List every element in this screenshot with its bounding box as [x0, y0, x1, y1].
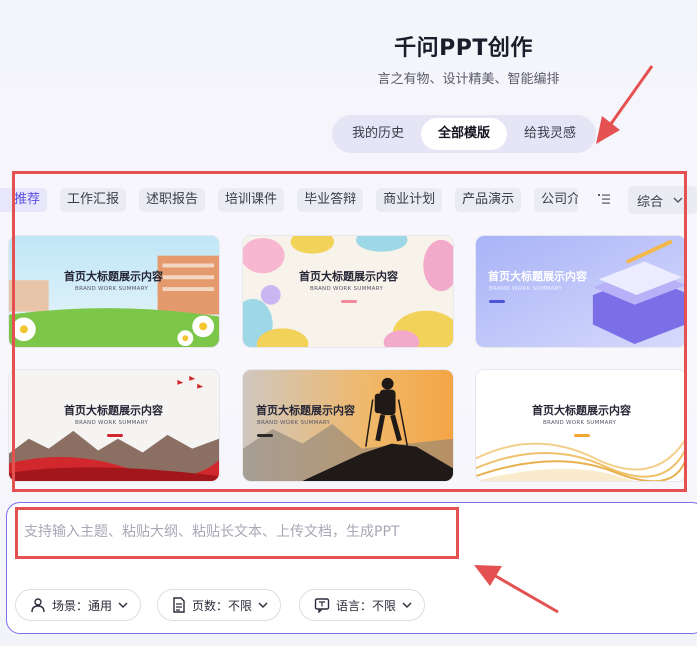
- template-card[interactable]: 首页大标题展示内容 BRAND WORK SUMMARY: [475, 235, 687, 348]
- card-accent-bar: [489, 300, 505, 303]
- card-title: 首页大标题展示内容: [256, 404, 355, 417]
- card-title: 首页大标题展示内容: [532, 404, 631, 417]
- template-tabs: 我的历史 全部模版 给我灵感: [332, 115, 596, 153]
- prompt-input-placeholder[interactable]: 支持输入主题、粘贴大纲、粘贴长文本、上传文档，生成PPT: [24, 521, 399, 541]
- category-company-intro[interactable]: 公司介: [534, 188, 579, 212]
- category-duty-report[interactable]: 述职报告: [139, 188, 206, 212]
- chevron-down-icon: [118, 602, 128, 608]
- template-card[interactable]: 首页大标题展示内容 BRAND WORK SUMMARY: [242, 369, 454, 482]
- category-bar: 推荐 工作汇报 述职报告 培训课件 毕业答辩 商业计划 产品演示 公司介: [0, 186, 697, 214]
- scene-label: 场景：通用: [52, 598, 113, 613]
- page-count-dropdown[interactable]: 页数：不限: [157, 589, 282, 621]
- category-graduation[interactable]: 毕业答辩: [297, 188, 364, 212]
- chevron-down-icon: [402, 602, 412, 608]
- sort-label: 综合: [637, 194, 664, 210]
- card-subtitle: BRAND WORK SUMMARY: [310, 286, 384, 292]
- category-business-plan[interactable]: 商业计划: [376, 188, 443, 212]
- tab-all-templates[interactable]: 全部模版: [421, 118, 507, 150]
- category-recommended[interactable]: 推荐: [0, 188, 48, 212]
- card-subtitle: BRAND WORK SUMMARY: [257, 420, 331, 426]
- card-accent-bar: [341, 300, 357, 303]
- card-accent-bar: [107, 434, 123, 437]
- card-title: 首页大标题展示内容: [299, 270, 398, 283]
- category-training[interactable]: 培训课件: [218, 188, 285, 212]
- page-title: 千问PPT创作: [394, 36, 533, 61]
- scene-dropdown[interactable]: 场景：通用: [15, 589, 142, 621]
- template-card[interactable]: 首页大标题展示内容 BRAND WORK SUMMARY: [8, 369, 220, 482]
- page-title-wrap: 千问PPT创作: [0, 30, 697, 62]
- chevron-down-icon: [258, 602, 268, 608]
- card-subtitle: BRAND WORK SUMMARY: [543, 420, 617, 426]
- page-count-label: 页数：不限: [192, 598, 253, 613]
- sort-dropdown[interactable]: 综合: [628, 186, 697, 214]
- tab-my-history[interactable]: 我的历史: [335, 118, 421, 150]
- template-card[interactable]: 首页大标题展示内容 BRAND WORK SUMMARY: [475, 369, 687, 482]
- chevron-down-icon: [673, 197, 683, 203]
- card-title: 首页大标题展示内容: [64, 404, 163, 417]
- card-subtitle: BRAND WORK SUMMARY: [75, 286, 149, 292]
- category-product-demo[interactable]: 产品演示: [455, 188, 522, 212]
- language-label: 语言：不限: [336, 598, 397, 613]
- tab-inspiration[interactable]: 给我灵感: [507, 118, 593, 150]
- template-card[interactable]: 首页大标题展示内容 BRAND WORK SUMMARY: [242, 235, 454, 348]
- page-subtitle: 言之有物、设计精美、智能编排: [377, 72, 560, 87]
- card-title: 首页大标题展示内容: [488, 270, 587, 283]
- language-dropdown[interactable]: 语言：不限: [299, 589, 426, 621]
- language-icon: [314, 598, 330, 613]
- document-icon: [173, 597, 185, 613]
- category-list-icon[interactable]: [597, 192, 611, 206]
- template-card[interactable]: 首页大标题展示内容 BRAND WORK SUMMARY: [8, 235, 220, 348]
- card-subtitle: BRAND WORK SUMMARY: [489, 286, 563, 292]
- card-accent-bar: [257, 434, 273, 437]
- category-work-report[interactable]: 工作汇报: [60, 188, 127, 212]
- user-icon: [31, 598, 45, 613]
- card-title: 首页大标题展示内容: [64, 270, 163, 283]
- card-subtitle: BRAND WORK SUMMARY: [75, 420, 149, 426]
- card-accent-bar: [574, 434, 590, 437]
